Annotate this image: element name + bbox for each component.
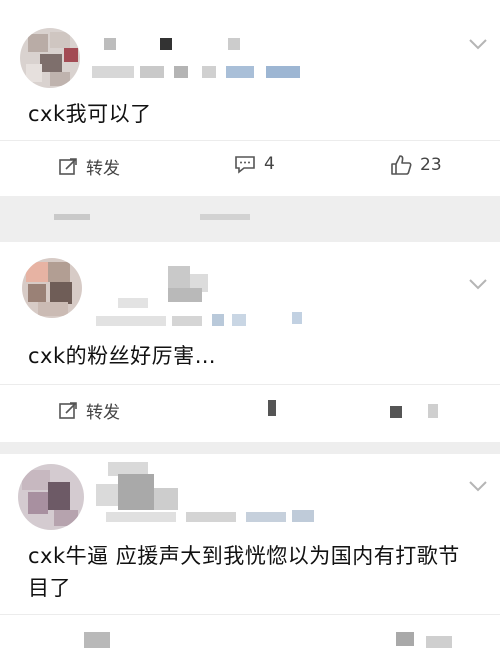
comment-icon xyxy=(235,156,255,174)
comment-count: 4 xyxy=(264,154,275,174)
repost-icon xyxy=(59,157,77,175)
post-text: cxk的粉丝好厉害… xyxy=(28,344,217,368)
like-icon xyxy=(391,155,412,175)
post-text: cxk牛逼 应援声大到我恍惚以为国内有打歌节目了 xyxy=(28,544,460,600)
comment-button[interactable]: 4 xyxy=(234,154,275,174)
chevron-down-icon[interactable] xyxy=(468,38,488,50)
post-card: cxk我可以了 转发 4 23 xyxy=(0,0,500,196)
avatar[interactable] xyxy=(22,258,82,318)
avatar[interactable] xyxy=(18,464,84,530)
repost-button[interactable]: 转发 xyxy=(58,154,120,179)
post-text: cxk我可以了 xyxy=(28,102,152,126)
post-card: cxk的粉丝好厉害… 转发 xyxy=(0,242,500,442)
repost-icon xyxy=(59,401,77,419)
post-card: cxk牛逼 应援声大到我恍惚以为国内有打歌节目了 xyxy=(0,454,500,655)
chevron-down-icon[interactable] xyxy=(468,480,488,492)
repost-label: 转发 xyxy=(86,403,120,423)
chevron-down-icon[interactable] xyxy=(468,278,488,290)
repost-label: 转发 xyxy=(86,159,120,179)
like-count: 23 xyxy=(420,155,442,175)
repost-button[interactable]: 转发 xyxy=(58,398,120,423)
like-button[interactable]: 23 xyxy=(390,154,442,176)
avatar[interactable] xyxy=(20,28,80,88)
